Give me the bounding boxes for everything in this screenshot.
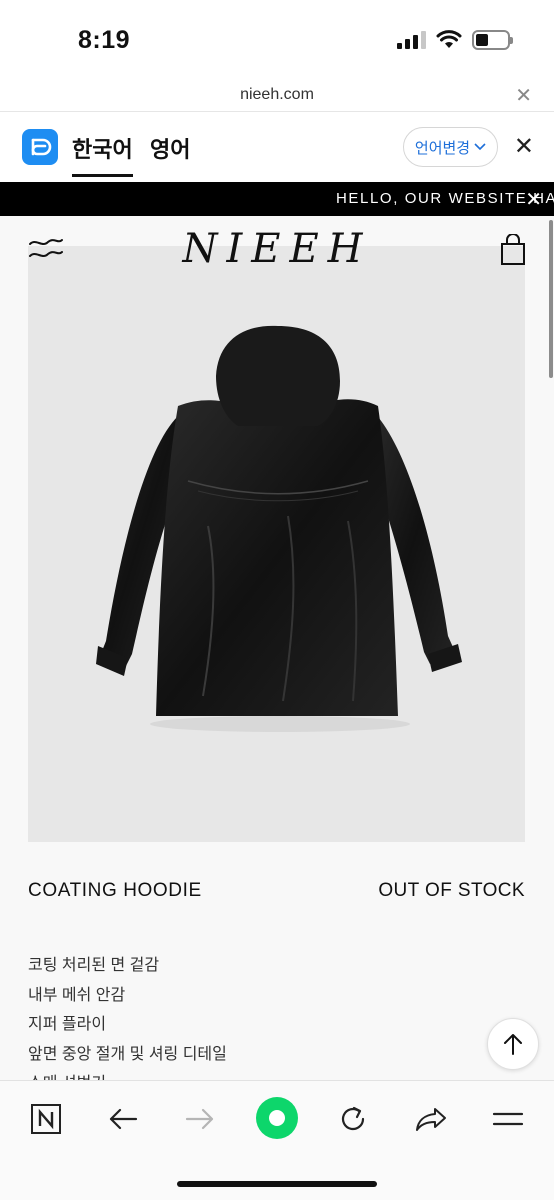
feature-item: 앞면 중앙 절개 및 셔링 디테일 (28, 1045, 227, 1063)
naver-n-icon (31, 1104, 61, 1134)
product-page: NIEEH COATING HOODIE OUT OF STOCK 코팅 처리된… (0, 216, 554, 1080)
product-features: 코팅 처리된 면 겉감 내부 메쉬 안감 지퍼 플라이 앞면 중앙 절개 및 셔… (28, 954, 227, 1080)
product-image (28, 246, 525, 842)
shopping-bag-icon[interactable] (500, 234, 526, 266)
status-time: 8:19 (78, 26, 131, 54)
hoodie-illustration (96, 325, 462, 732)
change-language-button[interactable]: 언어변경 (403, 127, 498, 167)
feature-item: 지퍼 플라이 (28, 1016, 107, 1033)
close-icon[interactable]: ✕ (525, 187, 542, 212)
feature-item: 내부 메쉬 안감 (28, 986, 126, 1004)
reload-icon (341, 1106, 365, 1131)
share-icon (416, 1108, 446, 1131)
wifi-icon (436, 30, 462, 48)
tab-english[interactable]: 영어 (150, 132, 190, 174)
scrollbar[interactable] (548, 216, 554, 1080)
scrollbar-thumb[interactable] (549, 220, 553, 378)
feature-item: 코팅 처리된 면 겉감 (28, 957, 160, 974)
home-indicator (177, 1181, 377, 1187)
url-bar[interactable]: nieeh.com ✕ (0, 78, 554, 112)
announcement-bar: HELLO, OUR WEBSITE HAS B ✕ (0, 182, 554, 216)
tab-korean[interactable]: 한국어 (72, 132, 133, 177)
stock-status: OUT OF STOCK (378, 880, 525, 901)
feature-item: 소매 셔벙기 (28, 1072, 227, 1080)
back-arrow-icon (109, 1108, 138, 1130)
browser-toolbar (0, 1080, 554, 1200)
chevron-down-icon (474, 143, 486, 151)
menu-button[interactable] (486, 1099, 530, 1139)
cellular-signal-icon (397, 31, 426, 49)
green-dot-icon (256, 1097, 298, 1139)
hamburger-icon (492, 1112, 524, 1126)
translate-bar: 한국어 영어 언어변경 ✕ (0, 112, 554, 182)
change-language-label: 언어변경 (414, 139, 471, 157)
reload-button[interactable] (331, 1099, 375, 1139)
scroll-to-top-button[interactable] (487, 1018, 539, 1070)
url-text[interactable]: nieeh.com (0, 86, 554, 104)
status-bar: 8:19 (0, 0, 554, 78)
status-icons (397, 30, 513, 50)
naver-home-button[interactable] (24, 1099, 68, 1139)
close-translate-button[interactable]: ✕ (514, 132, 534, 161)
battery-icon (472, 30, 513, 50)
share-button[interactable] (409, 1099, 453, 1139)
translate-app-icon (22, 129, 58, 165)
close-icon[interactable]: ✕ (515, 83, 532, 108)
forward-button[interactable] (178, 1099, 222, 1139)
announcement-text: HELLO, OUR WEBSITE HAS B (336, 190, 554, 207)
forward-arrow-icon (185, 1108, 214, 1130)
brand-logo[interactable]: NIEEH (0, 226, 554, 272)
back-button[interactable] (101, 1099, 145, 1139)
product-name: COATING HOODIE (28, 880, 202, 901)
arrow-up-icon (504, 1034, 522, 1055)
green-dot-button[interactable] (254, 1095, 300, 1141)
